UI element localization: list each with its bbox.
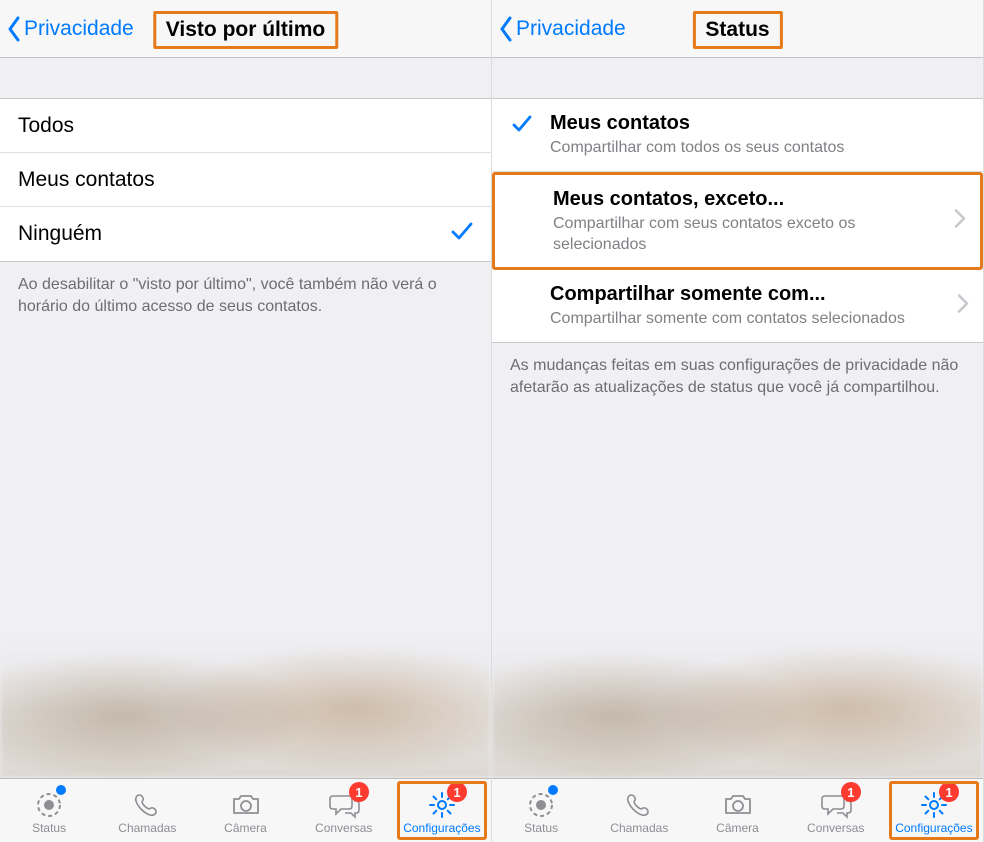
- option-share-only-with[interactable]: Compartilhar somente com... Compartilhar…: [492, 270, 983, 342]
- tab-label: Chamadas: [610, 821, 668, 835]
- chats-badge: 1: [349, 782, 369, 802]
- footer-note: Ao desabilitar o "visto por último", voc…: [0, 262, 491, 317]
- back-button[interactable]: Privacidade: [0, 15, 134, 43]
- checkmark-icon: [512, 115, 532, 138]
- content-area: Meus contatos Compartilhar com todos os …: [492, 58, 983, 778]
- phone-icon: [624, 790, 654, 820]
- status-badge-dot: [56, 785, 66, 795]
- tab-label: Conversas: [315, 821, 372, 835]
- screen-status-privacy: Privacidade Status Meus contatos Compart…: [492, 0, 984, 842]
- option-nobody[interactable]: Ninguém: [0, 207, 491, 261]
- tab-label: Status: [524, 821, 558, 835]
- status-badge-dot: [548, 785, 558, 795]
- tab-calls[interactable]: Chamadas: [98, 779, 196, 842]
- option-subtitle: Compartilhar somente com contatos seleci…: [550, 309, 967, 330]
- tab-settings[interactable]: 1 Configurações: [885, 779, 983, 842]
- tab-label: Configurações: [895, 821, 972, 835]
- settings-badge: 1: [939, 782, 959, 802]
- option-subtitle: Compartilhar com todos os seus contatos: [550, 138, 967, 159]
- chevron-left-icon: [6, 15, 22, 43]
- tab-status[interactable]: Status: [492, 779, 590, 842]
- camera-icon: [230, 790, 262, 820]
- content-area: Todos Meus contatos Ninguém Ao desabilit…: [0, 58, 491, 778]
- tab-chats[interactable]: 1 Conversas: [787, 779, 885, 842]
- chevron-left-icon: [498, 15, 514, 43]
- checkmark-icon: [451, 221, 473, 247]
- option-title: Meus contatos: [550, 111, 967, 136]
- tab-label: Câmera: [224, 821, 267, 835]
- page-title: Visto por último: [153, 11, 338, 49]
- screen-last-seen: Privacidade Visto por último Todos Meus …: [0, 0, 492, 842]
- nav-header: Privacidade Visto por último: [0, 0, 491, 58]
- option-title: Compartilhar somente com...: [550, 282, 967, 307]
- tab-chats[interactable]: 1 Conversas: [295, 779, 393, 842]
- options-list: Todos Meus contatos Ninguém: [0, 98, 491, 262]
- tab-camera[interactable]: Câmera: [196, 779, 294, 842]
- tab-bar: Status Chamadas Câmera 1 Conversas 1: [492, 778, 983, 842]
- tab-label: Chamadas: [118, 821, 176, 835]
- page-title: Status: [692, 11, 782, 49]
- status-options-list: Meus contatos Compartilhar com todos os …: [492, 98, 983, 343]
- nav-header: Privacidade Status: [492, 0, 983, 58]
- option-label: Todos: [18, 114, 74, 138]
- chevron-right-icon: [954, 209, 966, 234]
- chevron-right-icon: [957, 294, 969, 319]
- tab-bar: Status Chamadas Câmera 1 Conversas 1: [0, 778, 491, 842]
- phone-icon: [132, 790, 162, 820]
- option-everyone[interactable]: Todos: [0, 99, 491, 153]
- settings-badge: 1: [447, 782, 467, 802]
- tab-label: Câmera: [716, 821, 759, 835]
- background-blur: [492, 638, 983, 778]
- tab-status[interactable]: Status: [0, 779, 98, 842]
- tab-calls[interactable]: Chamadas: [590, 779, 688, 842]
- tab-label: Status: [32, 821, 66, 835]
- option-contacts-except[interactable]: Meus contatos, exceto... Compartilhar co…: [495, 175, 980, 268]
- back-button[interactable]: Privacidade: [492, 15, 626, 43]
- back-label: Privacidade: [516, 17, 626, 41]
- option-label: Meus contatos: [18, 168, 155, 192]
- chats-badge: 1: [841, 782, 861, 802]
- camera-icon: [722, 790, 754, 820]
- option-my-contacts[interactable]: Meus contatos Compartilhar com todos os …: [492, 99, 983, 172]
- option-label: Ninguém: [18, 222, 102, 246]
- footer-note: As mudanças feitas em suas configurações…: [492, 343, 983, 398]
- tab-label: Configurações: [403, 821, 480, 835]
- option-title: Meus contatos, exceto...: [553, 187, 964, 212]
- tab-camera[interactable]: Câmera: [688, 779, 786, 842]
- back-label: Privacidade: [24, 17, 134, 41]
- background-blur: [0, 638, 491, 778]
- highlight-box: Meus contatos, exceto... Compartilhar co…: [492, 172, 983, 271]
- tab-label: Conversas: [807, 821, 864, 835]
- tab-settings[interactable]: 1 Configurações: [393, 779, 491, 842]
- option-my-contacts[interactable]: Meus contatos: [0, 153, 491, 207]
- option-subtitle: Compartilhar com seus contatos exceto os…: [553, 214, 964, 256]
